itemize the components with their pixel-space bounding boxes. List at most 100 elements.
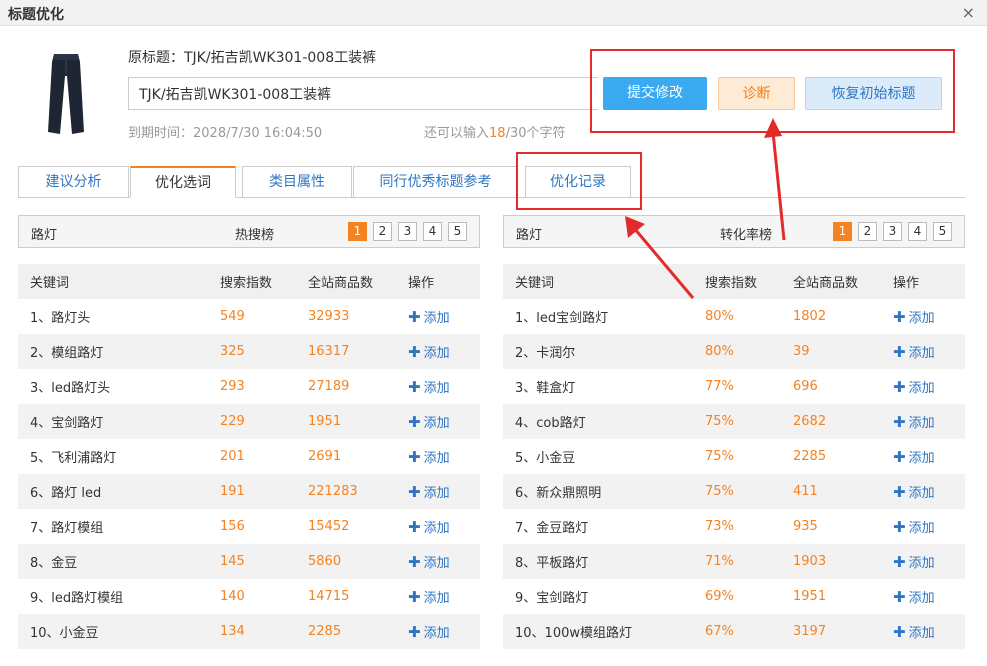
keyword-cell: 1、路灯头 xyxy=(30,311,91,326)
keyword-cell: 6、路灯 led xyxy=(18,474,220,509)
add-keyword-button[interactable]: ✚ 添加 xyxy=(408,404,480,439)
remaining-count: 18 xyxy=(489,126,506,141)
product-count-cell: 411 xyxy=(793,474,893,509)
add-keyword-button[interactable]: ✚ 添加 xyxy=(408,614,480,649)
add-keyword-button[interactable]: ✚ 添加 xyxy=(408,334,480,369)
close-icon[interactable]: × xyxy=(962,3,975,22)
search-index-cell: 156 xyxy=(220,519,245,534)
plus-icon: ✚ xyxy=(408,413,421,431)
table-row: 3、led路灯头 293 27189 ✚ 添加 xyxy=(18,369,480,404)
expire-time: 到期时间：2028/7/30 16:04:50 xyxy=(128,126,323,141)
add-keyword-button[interactable]: ✚ 添加 xyxy=(408,439,480,474)
table-row: 1、led宝剑路灯 80% 1802 ✚ 添加 xyxy=(503,299,965,334)
product-count-cell: 1951 xyxy=(793,589,827,604)
page-button[interactable]: 4 xyxy=(423,222,442,241)
product-image xyxy=(36,52,96,136)
product-count-cell: 2682 xyxy=(793,404,893,439)
plus-icon: ✚ xyxy=(893,448,906,466)
tab-optimize-history[interactable]: 优化记录 xyxy=(525,166,631,198)
page-button[interactable]: 1 xyxy=(348,222,367,241)
add-keyword-button[interactable]: ✚ 添加 xyxy=(893,404,965,439)
column-header: 关键词 xyxy=(18,264,220,299)
add-keyword-button[interactable]: ✚ 添加 xyxy=(408,544,480,579)
add-label: 添加 xyxy=(908,521,935,536)
keyword-cell: 1、led宝剑路灯 xyxy=(515,311,609,326)
add-label: 添加 xyxy=(908,346,935,361)
restore-title-button[interactable]: 恢复初始标题 xyxy=(805,77,942,110)
add-label: 添加 xyxy=(908,486,935,501)
dialog-titlebar: 标题优化 × xyxy=(0,0,987,26)
table-row: 8、平板路灯 71% 1903 ✚ 添加 xyxy=(503,544,965,579)
add-keyword-button[interactable]: ✚ 添加 xyxy=(893,299,965,334)
column-header: 全站商品数 xyxy=(308,264,408,299)
add-keyword-button[interactable]: ✚ 添加 xyxy=(893,614,965,649)
table-row: 7、路灯模组 156 15452 ✚ 添加 xyxy=(18,509,480,544)
tab-category-attributes[interactable]: 类目属性 xyxy=(242,166,352,198)
add-keyword-button[interactable]: ✚ 添加 xyxy=(408,579,480,614)
add-keyword-button[interactable]: ✚ 添加 xyxy=(408,369,480,404)
add-label: 添加 xyxy=(423,381,450,396)
add-label: 添加 xyxy=(908,311,935,326)
hot-search-panel: 路灯 热搜榜 1 2 3 4 5 关键词 搜索指数 全站商品数 操作 1、路灯头… xyxy=(18,215,480,649)
page-button[interactable]: 4 xyxy=(908,222,927,241)
remaining-suffix: /30个字符 xyxy=(505,126,566,141)
search-index-cell: 293 xyxy=(220,379,245,394)
page-button[interactable]: 1 xyxy=(833,222,852,241)
column-header: 全站商品数 xyxy=(793,264,893,299)
add-keyword-button[interactable]: ✚ 添加 xyxy=(408,299,480,334)
plus-icon: ✚ xyxy=(893,378,906,396)
add-keyword-button[interactable]: ✚ 添加 xyxy=(893,439,965,474)
page-button[interactable]: 5 xyxy=(448,222,467,241)
table-row: 5、小金豆 75% 2285 ✚ 添加 xyxy=(503,439,965,474)
page-button[interactable]: 5 xyxy=(933,222,952,241)
plus-icon: ✚ xyxy=(893,588,906,606)
search-index-cell: 191 xyxy=(220,474,308,509)
add-keyword-button[interactable]: ✚ 添加 xyxy=(408,474,480,509)
diagnose-button[interactable]: 诊断 xyxy=(718,77,795,110)
product-count-cell: 14715 xyxy=(308,589,350,604)
plus-icon: ✚ xyxy=(893,553,906,571)
add-keyword-button[interactable]: ✚ 添加 xyxy=(893,474,965,509)
page-button[interactable]: 3 xyxy=(398,222,417,241)
plus-icon: ✚ xyxy=(408,378,421,396)
add-keyword-button[interactable]: ✚ 添加 xyxy=(893,369,965,404)
conversion-rate-panel: 路灯 转化率榜 1 2 3 4 5 关键词 搜索指数 全站商品数 操作 1、le… xyxy=(503,215,965,649)
tab-suggestion-analysis[interactable]: 建议分析 xyxy=(18,166,129,198)
add-label: 添加 xyxy=(908,626,935,641)
page-button[interactable]: 2 xyxy=(373,222,392,241)
keyword-cell: 6、新众鼎照明 xyxy=(503,474,705,509)
panel-rank-label: 转化率榜 xyxy=(720,228,773,243)
table-row: 5、飞利浦路灯 201 2691 ✚ 添加 xyxy=(18,439,480,474)
search-index-cell: 75% xyxy=(705,449,734,464)
keyword-cell: 5、小金豆 xyxy=(515,451,576,466)
submit-button[interactable]: 提交修改 xyxy=(603,77,707,110)
table-row: 8、金豆 145 5860 ✚ 添加 xyxy=(18,544,480,579)
add-keyword-button[interactable]: ✚ 添加 xyxy=(893,334,965,369)
table-row: 9、led路灯模组 140 14715 ✚ 添加 xyxy=(18,579,480,614)
add-keyword-button[interactable]: ✚ 添加 xyxy=(408,509,480,544)
search-index-cell: 75% xyxy=(705,474,793,509)
keyword-cell: 5、飞利浦路灯 xyxy=(30,451,117,466)
title-input[interactable] xyxy=(128,77,598,110)
page-button[interactable]: 2 xyxy=(858,222,877,241)
add-keyword-button[interactable]: ✚ 添加 xyxy=(893,509,965,544)
dialog-title: 标题优化 xyxy=(8,7,64,23)
table-row: 4、宝剑路灯 229 1951 ✚ 添加 xyxy=(18,404,480,439)
tab-optimize-words[interactable]: 优化选词 xyxy=(130,166,236,198)
tab-peer-titles[interactable]: 同行优秀标题参考 xyxy=(353,166,518,198)
keyword-cell: 2、卡润尔 xyxy=(503,334,705,369)
table-row: 7、金豆路灯 73% 935 ✚ 添加 xyxy=(503,509,965,544)
panel-header: 路灯 热搜榜 1 2 3 4 5 xyxy=(18,215,480,248)
add-label: 添加 xyxy=(423,556,450,571)
add-keyword-button[interactable]: ✚ 添加 xyxy=(893,544,965,579)
product-count-cell: 3197 xyxy=(793,614,893,649)
search-index-cell: 134 xyxy=(220,614,308,649)
table-row: 2、模组路灯 325 16317 ✚ 添加 xyxy=(18,334,480,369)
plus-icon: ✚ xyxy=(408,448,421,466)
page-button[interactable]: 3 xyxy=(883,222,902,241)
add-keyword-button[interactable]: ✚ 添加 xyxy=(893,579,965,614)
product-count-cell: 16317 xyxy=(308,334,408,369)
annotation-arrow-head xyxy=(764,118,782,138)
keyword-cell: 2、模组路灯 xyxy=(18,334,220,369)
plus-icon: ✚ xyxy=(893,308,906,326)
